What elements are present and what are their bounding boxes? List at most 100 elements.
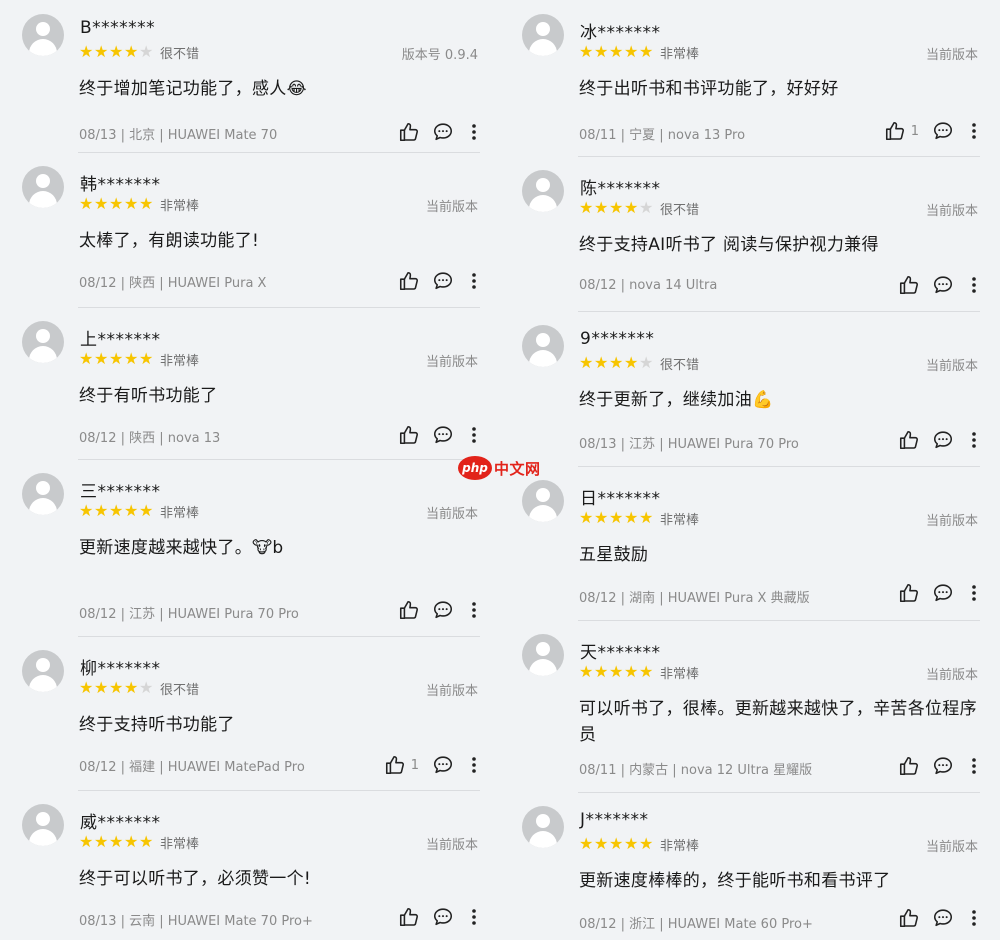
reviewer-name[interactable]: 9******* (580, 329, 654, 349)
avatar-head (536, 642, 550, 656)
more-options-icon[interactable] (468, 905, 480, 929)
reviewer-name[interactable]: 上******* (80, 325, 161, 350)
more-options-icon[interactable] (968, 428, 980, 452)
user-avatar-icon[interactable] (522, 170, 564, 212)
avatar-body (529, 659, 557, 676)
reviewer-name[interactable]: 天******* (580, 638, 661, 663)
more-options-icon[interactable] (468, 753, 480, 777)
star-filled-icon: ★ (124, 501, 139, 520)
reviewer-name[interactable]: 柳******* (80, 654, 161, 679)
more-options-icon[interactable] (468, 423, 480, 447)
comment-icon[interactable] (931, 581, 955, 605)
user-avatar-icon[interactable] (22, 473, 64, 515)
app-version: 当前版本 (925, 359, 978, 374)
star-filled-icon: ★ (579, 42, 594, 61)
user-avatar-icon[interactable] (22, 650, 64, 692)
user-avatar-icon[interactable] (522, 14, 564, 56)
app-version: 版本号 0.9.4 (401, 48, 478, 63)
comment-icon[interactable] (431, 269, 455, 293)
reviewer-name[interactable]: J******* (580, 810, 649, 830)
star-filled-icon: ★ (109, 349, 124, 368)
star-filled-icon: ★ (79, 678, 94, 697)
rating-row: ★ ★ ★ ★ ★ 很不错 (79, 42, 199, 62)
comment-icon[interactable] (931, 273, 955, 297)
review-actions (397, 120, 480, 144)
reviewer-name[interactable]: 威******* (80, 808, 161, 833)
rating-label: 非常棒 (160, 505, 200, 521)
reviewer-name[interactable]: 三******* (80, 477, 161, 502)
comment-icon[interactable] (431, 120, 455, 144)
reviewer-name[interactable]: 日******* (580, 484, 661, 509)
reviewer-name[interactable]: B******* (80, 18, 155, 38)
app-version: 当前版本 (925, 204, 978, 219)
comment-icon[interactable] (431, 905, 455, 929)
app-version: 当前版本 (425, 838, 478, 853)
comment-icon[interactable] (431, 753, 455, 777)
reviewer-name[interactable]: 陈******* (580, 174, 661, 199)
review-text: 可以听书了，很棒。更新越来越快了，辛苦各位程序员 (579, 699, 977, 745)
avatar-head (36, 658, 50, 672)
avatar-head (36, 812, 50, 826)
like-icon[interactable] (397, 598, 421, 622)
star-rating: ★ ★ ★ ★ ★ (579, 200, 654, 216)
star-empty-icon: ★ (639, 198, 654, 217)
reviewer-name[interactable]: 冰******* (580, 18, 661, 43)
rating-row: ★ ★ ★ ★ ★ 非常棒 (579, 508, 699, 528)
like-icon[interactable] (397, 120, 421, 144)
more-options-icon[interactable] (968, 906, 980, 930)
more-options-icon[interactable] (468, 598, 480, 622)
reviewer-name[interactable]: 韩******* (80, 170, 161, 195)
user-avatar-icon[interactable] (522, 634, 564, 676)
like-icon[interactable] (897, 754, 921, 778)
comment-icon[interactable] (931, 119, 955, 143)
avatar-body (29, 191, 57, 208)
star-filled-icon: ★ (594, 508, 609, 527)
star-filled-icon: ★ (609, 834, 624, 853)
review-divider (578, 466, 980, 467)
user-avatar-icon[interactable] (22, 166, 64, 208)
user-avatar-icon[interactable] (522, 325, 564, 367)
comment-icon[interactable] (431, 598, 455, 622)
review-divider (578, 311, 980, 312)
review-text: 终于有听书功能了 (79, 386, 218, 406)
like-icon[interactable] (397, 269, 421, 293)
more-options-icon[interactable] (968, 119, 980, 143)
like-icon[interactable] (397, 423, 421, 447)
star-filled-icon: ★ (639, 834, 654, 853)
star-filled-icon: ★ (94, 194, 109, 213)
like-icon[interactable] (383, 753, 407, 777)
star-empty-icon: ★ (139, 42, 154, 61)
avatar-body (529, 195, 557, 212)
user-avatar-icon[interactable] (22, 14, 64, 56)
review-actions (897, 273, 980, 297)
more-options-icon[interactable] (968, 581, 980, 605)
like-icon[interactable] (883, 119, 907, 143)
more-options-icon[interactable] (468, 269, 480, 293)
comment-icon[interactable] (931, 754, 955, 778)
avatar-body (29, 498, 57, 515)
user-avatar-icon[interactable] (522, 806, 564, 848)
rating-label: 非常棒 (660, 666, 700, 682)
more-options-icon[interactable] (468, 120, 480, 144)
user-avatar-icon[interactable] (522, 480, 564, 522)
comment-icon[interactable] (931, 906, 955, 930)
star-filled-icon: ★ (639, 508, 654, 527)
like-icon[interactable] (897, 428, 921, 452)
user-avatar-icon[interactable] (22, 804, 64, 846)
like-icon[interactable] (397, 905, 421, 929)
more-options-icon[interactable] (968, 273, 980, 297)
star-filled-icon: ★ (609, 662, 624, 681)
like-icon[interactable] (897, 906, 921, 930)
star-rating: ★ ★ ★ ★ ★ (79, 680, 154, 696)
star-filled-icon: ★ (109, 678, 124, 697)
user-avatar-icon[interactable] (22, 321, 64, 363)
comment-icon[interactable] (431, 423, 455, 447)
like-icon[interactable] (897, 581, 921, 605)
like-count: 1 (410, 757, 419, 773)
review-text: 五星鼓励 (579, 545, 649, 565)
like-icon[interactable] (897, 273, 921, 297)
star-filled-icon: ★ (624, 353, 639, 372)
comment-icon[interactable] (931, 428, 955, 452)
more-options-icon[interactable] (968, 754, 980, 778)
app-version: 当前版本 (925, 48, 978, 63)
